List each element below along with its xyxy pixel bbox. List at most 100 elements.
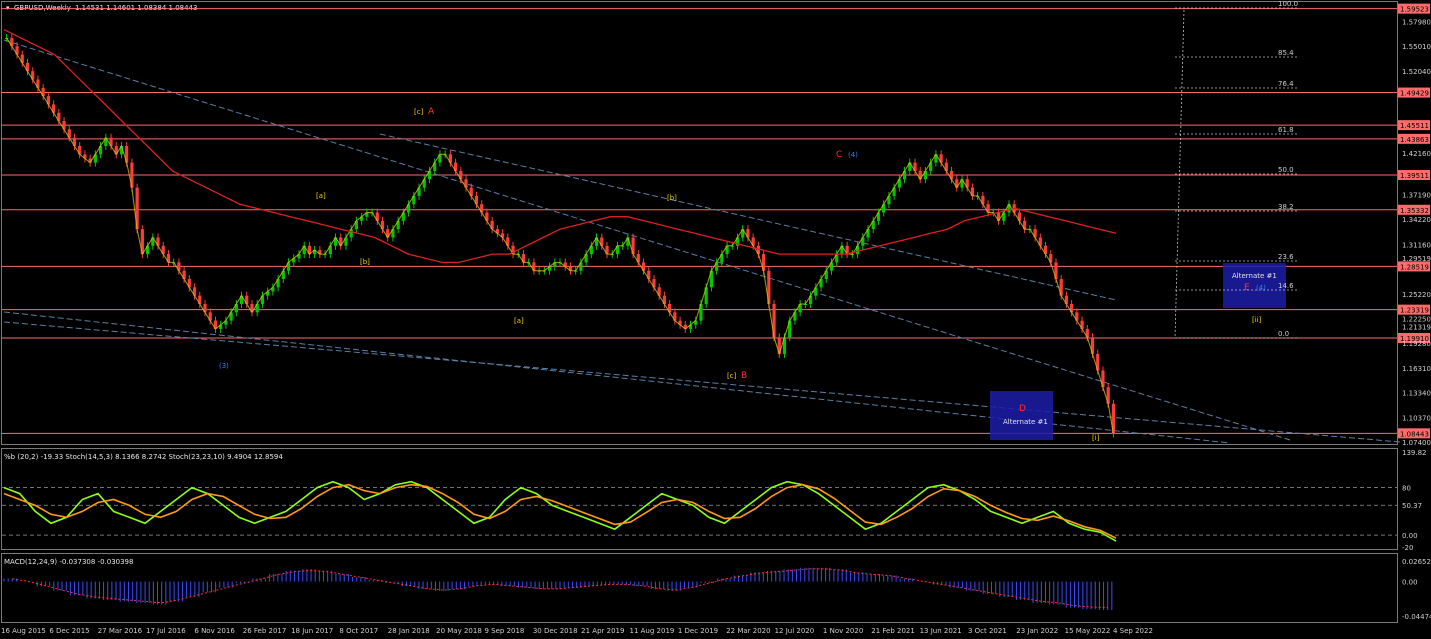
price-tick-label: 1.57980 — [1402, 18, 1431, 26]
level-price-tag: 1.59523 — [1398, 3, 1430, 14]
date-tick-label: 16 Aug 2015 — [1, 627, 46, 635]
price-tick-label: 1.21319 — [1402, 323, 1431, 331]
price-series — [3, 29, 1117, 438]
macd-header: MACD(12,24,9) -0.037308 -0.030398 — [4, 558, 133, 566]
trend-line — [379, 133, 1117, 301]
wave-label: A — [428, 107, 435, 117]
wave-label: (4) — [1256, 284, 1266, 292]
date-tick-label: 4 Sep 2022 — [1113, 627, 1153, 635]
wave-label: [b] — [360, 258, 370, 266]
price-tick-label: 1.34220 — [1402, 216, 1431, 224]
wave-label: (4) — [848, 151, 858, 159]
svg-text:▾: ▾ — [6, 4, 10, 12]
trend-line — [3, 321, 1401, 443]
price-tick-label: 1.52040 — [1402, 68, 1431, 76]
level-price-tag: 1.23319 — [1398, 304, 1430, 315]
date-tick-label: 26 Feb 2017 — [243, 627, 287, 635]
macd-tick-label: 0.026525 — [1402, 558, 1431, 566]
macd-tick-label: -0.044748 — [1402, 613, 1431, 621]
fib-level-label: 23.6 — [1278, 253, 1294, 261]
date-tick-label: 3 Oct 2021 — [968, 627, 1007, 635]
level-tag-label: 1.59523 — [1400, 6, 1429, 14]
macd-tick-label: 0.00 — [1402, 579, 1418, 587]
wave-label: [a] — [316, 192, 326, 200]
price-levels — [2, 8, 1401, 444]
macd-panel: 0.026525 0.00 -0.044748 — [3, 558, 1431, 621]
symbol-title: GBPUSD,Weekly — [14, 4, 71, 12]
level-price-tag: 1.08443 — [1398, 428, 1430, 439]
date-tick-label: 23 Jan 2022 — [1016, 627, 1058, 635]
stoch-tick-label: -20 — [1402, 544, 1413, 552]
date-tick-label: 30 Dec 2018 — [533, 627, 578, 635]
date-tick-label: 1 Dec 2019 — [678, 627, 718, 635]
date-tick-label: 12 Jul 2020 — [775, 627, 815, 635]
stoch-tick-label: 50.37 — [1402, 502, 1422, 510]
forex-chart[interactable]: ▾ GBPUSD,Weekly 1.14531 1.14601 1.08384 … — [0, 0, 1431, 639]
level-price-tag: 1.35332 — [1398, 204, 1430, 215]
wave-label: E — [1244, 283, 1250, 293]
date-tick-label: 21 Apr 2019 — [581, 627, 624, 635]
date-tick-label: 22 Mar 2020 — [726, 627, 770, 635]
price-tick-label: 1.29519 — [1402, 255, 1431, 263]
level-tag-label: 1.49429 — [1400, 90, 1429, 98]
date-tick-label: 11 Aug 2019 — [630, 627, 675, 635]
date-tick-label: 9 Sep 2018 — [484, 627, 524, 635]
date-tick-label: 28 Jan 2018 — [388, 627, 430, 635]
wave-label: (3) — [219, 362, 229, 370]
fib-level-label: 38.2 — [1278, 203, 1294, 211]
level-price-tag: 1.43863 — [1398, 133, 1430, 144]
fib-level-label: 0.0 — [1278, 330, 1289, 338]
fib-level-label: 14.6 — [1278, 282, 1294, 290]
date-tick-label: 6 Dec 2015 — [49, 627, 89, 635]
stochastic-panel: 139.82 80 50.37 0.00 -20 — [2, 449, 1427, 552]
trend-line — [3, 39, 1291, 441]
fib-level-label: 76.4 — [1278, 80, 1294, 88]
price-tick-label: 1.10370 — [1402, 414, 1431, 422]
fib-level-label: 61.8 — [1278, 126, 1294, 134]
fast-ma-line — [6, 37, 1114, 434]
stoch-tick-label: 80 — [1402, 485, 1411, 493]
wave-label: [i] — [1092, 434, 1100, 442]
price-tick-label: 1.16310 — [1402, 365, 1431, 373]
fib-level-label: 50.0 — [1278, 166, 1294, 174]
price-tick-label: 1.37190 — [1402, 191, 1431, 199]
date-tick-label: 21 Feb 2021 — [871, 627, 915, 635]
level-tag-label: 1.08443 — [1400, 430, 1429, 438]
date-tick-label: 17 Jul 2016 — [146, 627, 186, 635]
chart-header: ▾ GBPUSD,Weekly 1.14531 1.14601 1.08384 … — [4, 4, 283, 566]
level-price-tag: 1.39511 — [1398, 170, 1430, 181]
wave-label: [c] — [414, 108, 424, 116]
price-tick-label: 1.19280 — [1402, 340, 1431, 348]
ohlc-readout: 1.14531 1.14601 1.08384 1.08443 — [75, 4, 197, 12]
level-price-tag: 1.49429 — [1398, 87, 1430, 98]
alternate-box-e — [1223, 263, 1286, 308]
date-tick-label: 20 May 2018 — [436, 627, 482, 635]
wave-label: [c] — [727, 372, 737, 380]
level-tag-label: 1.35332 — [1400, 207, 1429, 215]
price-tick-label: 1.42160 — [1402, 150, 1431, 158]
stochastic-header: %b (20,2) -19.33 Stoch(14,5,3) 8.1366 8.… — [4, 453, 283, 461]
wave-label: B — [741, 371, 747, 381]
level-tag-label: 1.28519 — [1400, 263, 1429, 271]
fib-level-label: 100.0 — [1278, 0, 1298, 8]
price-tick-label: 1.25220 — [1402, 291, 1431, 299]
date-tick-label: 15 May 2022 — [1065, 627, 1111, 635]
level-tag-label: 1.39511 — [1400, 172, 1429, 180]
date-tick-label: 8 Oct 2017 — [339, 627, 378, 635]
stoch-series-line — [3, 480, 1117, 542]
level-tag-label: 1.45511 — [1400, 122, 1429, 130]
alternate-box-d — [990, 391, 1053, 440]
price-tick-label: 1.31160 — [1402, 241, 1431, 249]
wave-label: C — [836, 150, 842, 160]
wave-label: [ii] — [1252, 316, 1262, 324]
price-tick-label: 1.55010 — [1402, 43, 1431, 51]
ma-200-line — [3, 29, 1117, 264]
wave-label: Alternate #1 — [1003, 418, 1048, 426]
price-tick-label: 1.07400 — [1402, 439, 1431, 447]
date-tick-label: 1 Nov 2020 — [823, 627, 863, 635]
date-tick-label: 13 Jun 2021 — [920, 627, 962, 635]
date-tick-label: 27 Mar 2016 — [98, 627, 143, 635]
price-tick-label: 1.13340 — [1402, 390, 1431, 398]
level-tag-label: 1.43863 — [1400, 136, 1429, 144]
wave-label: [a] — [514, 317, 524, 325]
